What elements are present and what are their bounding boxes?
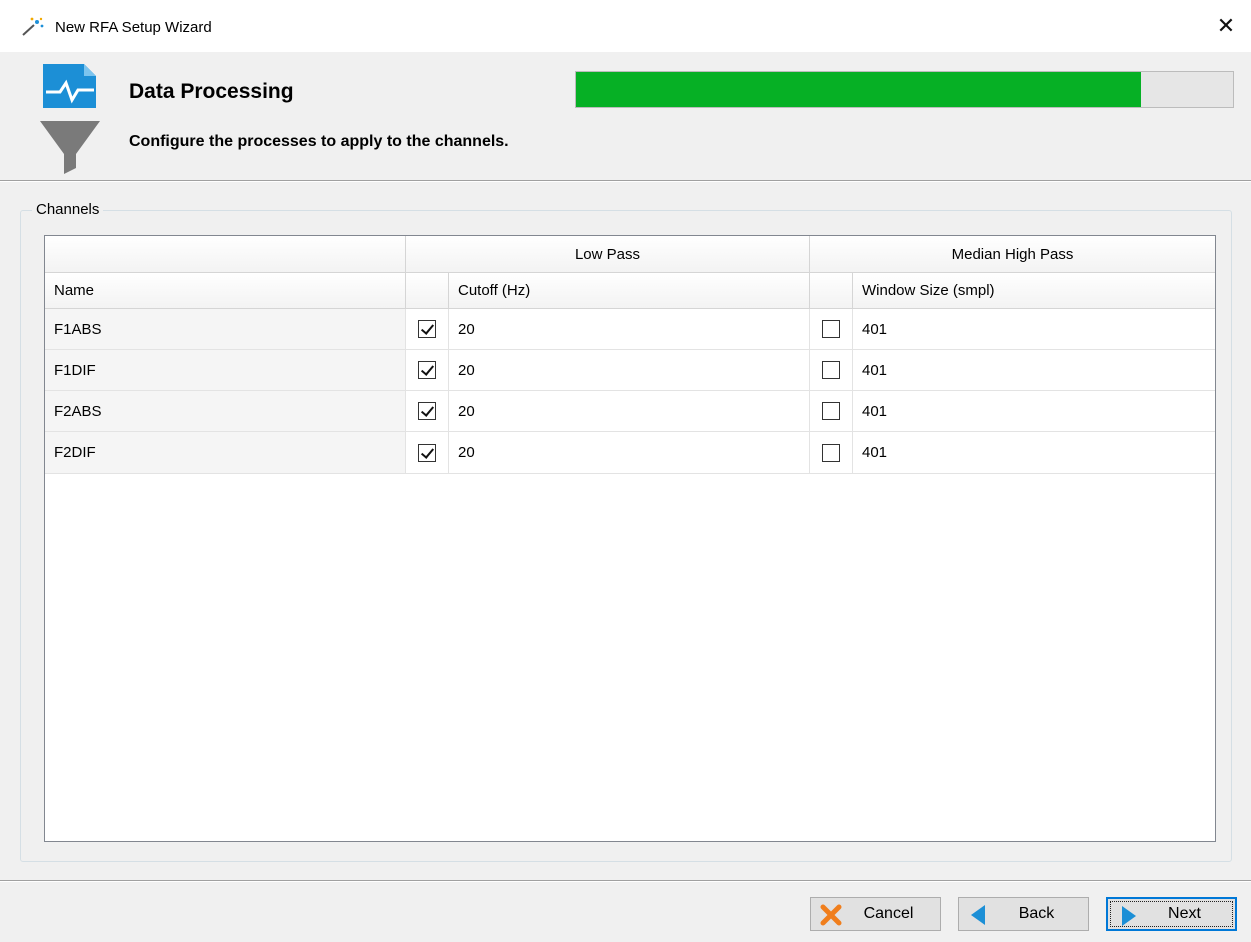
group-header-blank [45, 236, 406, 273]
table-group-header-row: Low Pass Median High Pass [45, 236, 1215, 273]
channels-group-label: Channels [32, 201, 104, 218]
close-icon[interactable]: ✕ [1201, 0, 1251, 52]
table-row[interactable]: F1DIF 20 401 [45, 350, 1215, 391]
wizard-progress-bar [575, 71, 1234, 108]
channel-name-cell[interactable]: F1DIF [45, 350, 406, 391]
median-high-pass-checkbox[interactable] [822, 320, 840, 338]
median-high-pass-checkbox[interactable] [822, 361, 840, 379]
next-button[interactable]: Next [1106, 897, 1237, 931]
column-header-name[interactable]: Name [45, 273, 406, 309]
page-subtitle: Configure the processes to apply to the … [129, 133, 509, 150]
window-title: New RFA Setup Wizard [55, 19, 212, 36]
channel-name-cell[interactable]: F2DIF [45, 432, 406, 474]
window-size-cell[interactable]: 401 [853, 432, 1215, 474]
column-header-window-size[interactable]: Window Size (smpl) [853, 273, 1215, 309]
footer-separator [0, 880, 1251, 882]
low-pass-checkbox[interactable] [418, 402, 436, 420]
group-header-low-pass: Low Pass [406, 236, 810, 273]
title-bar: New RFA Setup Wizard ✕ [0, 0, 1251, 52]
channel-name-cell[interactable]: F2ABS [45, 391, 406, 432]
table-row[interactable]: F2ABS 20 401 [45, 391, 1215, 432]
low-pass-cell[interactable] [406, 309, 449, 350]
cancel-button-label: Cancel [863, 905, 914, 922]
column-header-low-pass-enabled[interactable] [406, 273, 449, 309]
low-pass-checkbox[interactable] [418, 361, 436, 379]
median-high-pass-checkbox[interactable] [822, 402, 840, 420]
group-header-median-high-pass: Median High Pass [810, 236, 1215, 273]
cutoff-cell[interactable]: 20 [449, 309, 810, 350]
median-cell[interactable] [810, 350, 853, 391]
median-cell[interactable] [810, 309, 853, 350]
back-button[interactable]: Back [958, 897, 1089, 931]
window-size-cell[interactable]: 401 [853, 309, 1215, 350]
median-high-pass-checkbox[interactable] [822, 443, 840, 462]
low-pass-cell[interactable] [406, 432, 449, 474]
column-header-median-enabled[interactable] [810, 273, 853, 309]
wizard-header: Data Processing Configure the processes … [0, 52, 1251, 180]
page-title: Data Processing [129, 80, 294, 103]
table-column-header-row: Name Cutoff (Hz) Window Size (smpl) [45, 273, 1215, 309]
low-pass-checkbox[interactable] [418, 320, 436, 338]
window-size-cell[interactable]: 401 [853, 391, 1215, 432]
header-separator [0, 180, 1251, 182]
cancel-button[interactable]: Cancel [810, 897, 941, 931]
column-header-cutoff[interactable]: Cutoff (Hz) [449, 273, 810, 309]
back-button-label: Back [1018, 905, 1055, 922]
low-pass-cell[interactable] [406, 350, 449, 391]
low-pass-cell[interactable] [406, 391, 449, 432]
data-processing-icon [40, 64, 100, 174]
low-pass-checkbox[interactable] [418, 443, 436, 462]
cutoff-cell[interactable]: 20 [449, 391, 810, 432]
window-size-cell[interactable]: 401 [853, 350, 1215, 391]
cutoff-cell[interactable]: 20 [449, 432, 810, 474]
table-row[interactable]: F2DIF 20 401 [45, 432, 1215, 474]
table-row[interactable]: F1ABS 20 401 [45, 309, 1215, 350]
median-cell[interactable] [810, 432, 853, 474]
next-button-label: Next [1168, 905, 1201, 922]
median-cell[interactable] [810, 391, 853, 432]
channels-table[interactable]: Low Pass Median High Pass Name Cutoff (H… [44, 235, 1216, 842]
magic-wand-icon [22, 17, 44, 36]
channel-name-cell[interactable]: F1ABS [45, 309, 406, 350]
progress-fill [576, 72, 1142, 107]
cutoff-cell[interactable]: 20 [449, 350, 810, 391]
